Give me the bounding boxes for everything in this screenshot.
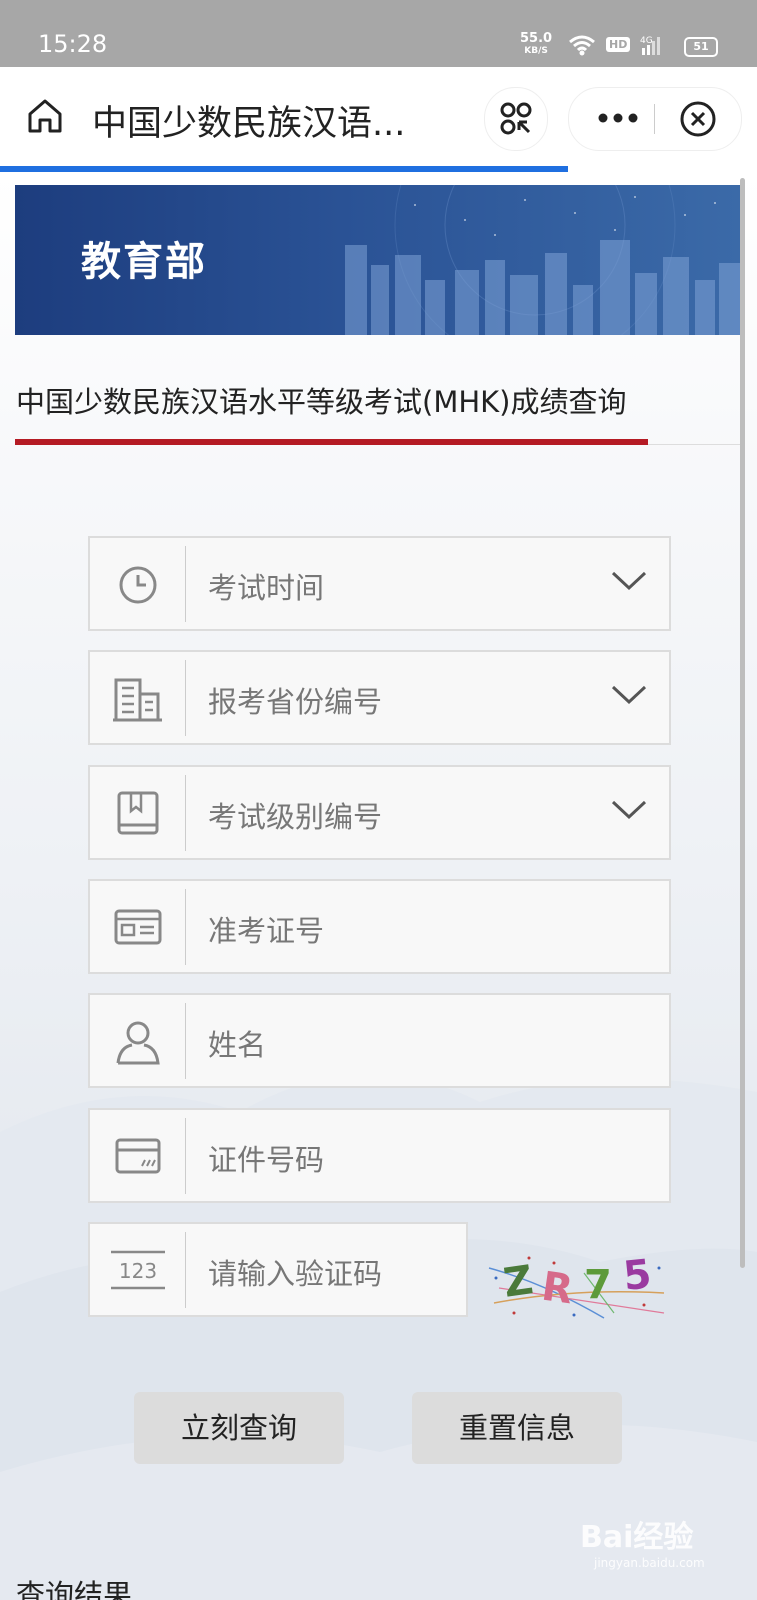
captcha-char-4: 5 [621, 1251, 653, 1300]
scrollbar[interactable] [740, 178, 745, 1268]
id-card-icon [90, 881, 185, 972]
battery-indicator: 51 [684, 37, 718, 57]
card-icon [90, 1110, 185, 1201]
field-separator [185, 1232, 186, 1308]
field-separator [185, 1003, 186, 1079]
exam-level-select[interactable]: 考试级别编号 [88, 765, 671, 860]
chevron-down-icon [611, 571, 647, 591]
field-separator [185, 889, 186, 965]
id-number-placeholder: 证件号码 [208, 1143, 325, 1177]
field-separator [185, 775, 186, 851]
page-title: 中国少数民族汉语水平等级考试(MHK)成绩查询 [16, 385, 627, 419]
more-icon[interactable] [597, 110, 639, 130]
exam-level-placeholder: 考试级别编号 [208, 800, 383, 834]
field-separator [185, 546, 186, 622]
page-content[interactable]: 教育部 中国少数民族汉语水平等级考试(MHK)成绩查询 考试时间 报考省份编号 … [0, 172, 757, 1600]
nav-title: 中国少数民族汉语... [92, 104, 406, 144]
captcha-image[interactable]: Z R 7 5 [484, 1243, 674, 1325]
network-speed-unit: KB/S [524, 46, 548, 56]
number-123-icon: 123 [90, 1224, 185, 1315]
wifi-icon [568, 34, 596, 60]
captcha-placeholder: 请输入验证码 [208, 1257, 383, 1291]
signal-icon: 4G [640, 34, 676, 60]
field-separator [185, 1118, 186, 1194]
query-button[interactable]: 立刻查询 [134, 1392, 344, 1464]
scan-icon [500, 102, 532, 135]
name-placeholder: 姓名 [208, 1028, 267, 1062]
captcha-char-1: Z [501, 1257, 536, 1307]
province-code-select[interactable]: 报考省份编号 [88, 650, 671, 745]
network-speed: 55.0 KB/S [520, 32, 552, 58]
watermark-brand: Bai经验 [580, 1520, 694, 1555]
capsule-menu [568, 87, 742, 151]
ministry-banner: 教育部 [15, 185, 741, 335]
close-icon[interactable] [679, 100, 717, 142]
chevron-down-icon [611, 685, 647, 705]
title-rule [648, 444, 742, 445]
exam-time-placeholder: 考试时间 [208, 571, 325, 605]
baidu-watermark: Bai经验 jingyan.baidu.com [580, 1512, 705, 1570]
admission-ticket-placeholder: 准考证号 [208, 914, 325, 948]
name-input[interactable]: 姓名 [88, 993, 671, 1088]
mini-program-nav-bar: 中国少数民族汉语... [0, 67, 757, 170]
chevron-down-icon [611, 800, 647, 820]
hd-badge: HD [606, 37, 631, 52]
reset-button[interactable]: 重置信息 [412, 1392, 622, 1464]
banner-text: 教育部 [81, 239, 207, 285]
title-underline [15, 439, 648, 445]
capsule-divider [654, 104, 655, 134]
svg-text:4G: 4G [640, 36, 653, 46]
user-icon [90, 995, 185, 1086]
building-icon [90, 652, 185, 743]
captcha-char-2: R [539, 1264, 576, 1314]
captcha-char-3: 7 [584, 1262, 612, 1308]
admission-ticket-input[interactable]: 准考证号 [88, 879, 671, 974]
status-bar: 15:28 55.0 KB/S HD 4G 51 [0, 0, 757, 67]
captcha-input[interactable]: 123 请输入验证码 [88, 1222, 468, 1317]
province-code-placeholder: 报考省份编号 [208, 685, 383, 719]
svg-text:123: 123 [118, 1259, 156, 1283]
clock-icon [90, 538, 185, 629]
field-separator [185, 660, 186, 736]
book-icon [90, 767, 185, 858]
home-icon[interactable] [26, 97, 64, 139]
exam-time-select[interactable]: 考试时间 [88, 536, 671, 631]
status-time: 15:28 [38, 30, 108, 58]
results-heading: 查询结果 [16, 1578, 133, 1600]
scan-button[interactable] [484, 87, 548, 151]
network-speed-value: 55.0 [520, 31, 553, 46]
id-number-input[interactable]: 证件号码 [88, 1108, 671, 1203]
watermark-url: jingyan.baidu.com [594, 1556, 705, 1570]
